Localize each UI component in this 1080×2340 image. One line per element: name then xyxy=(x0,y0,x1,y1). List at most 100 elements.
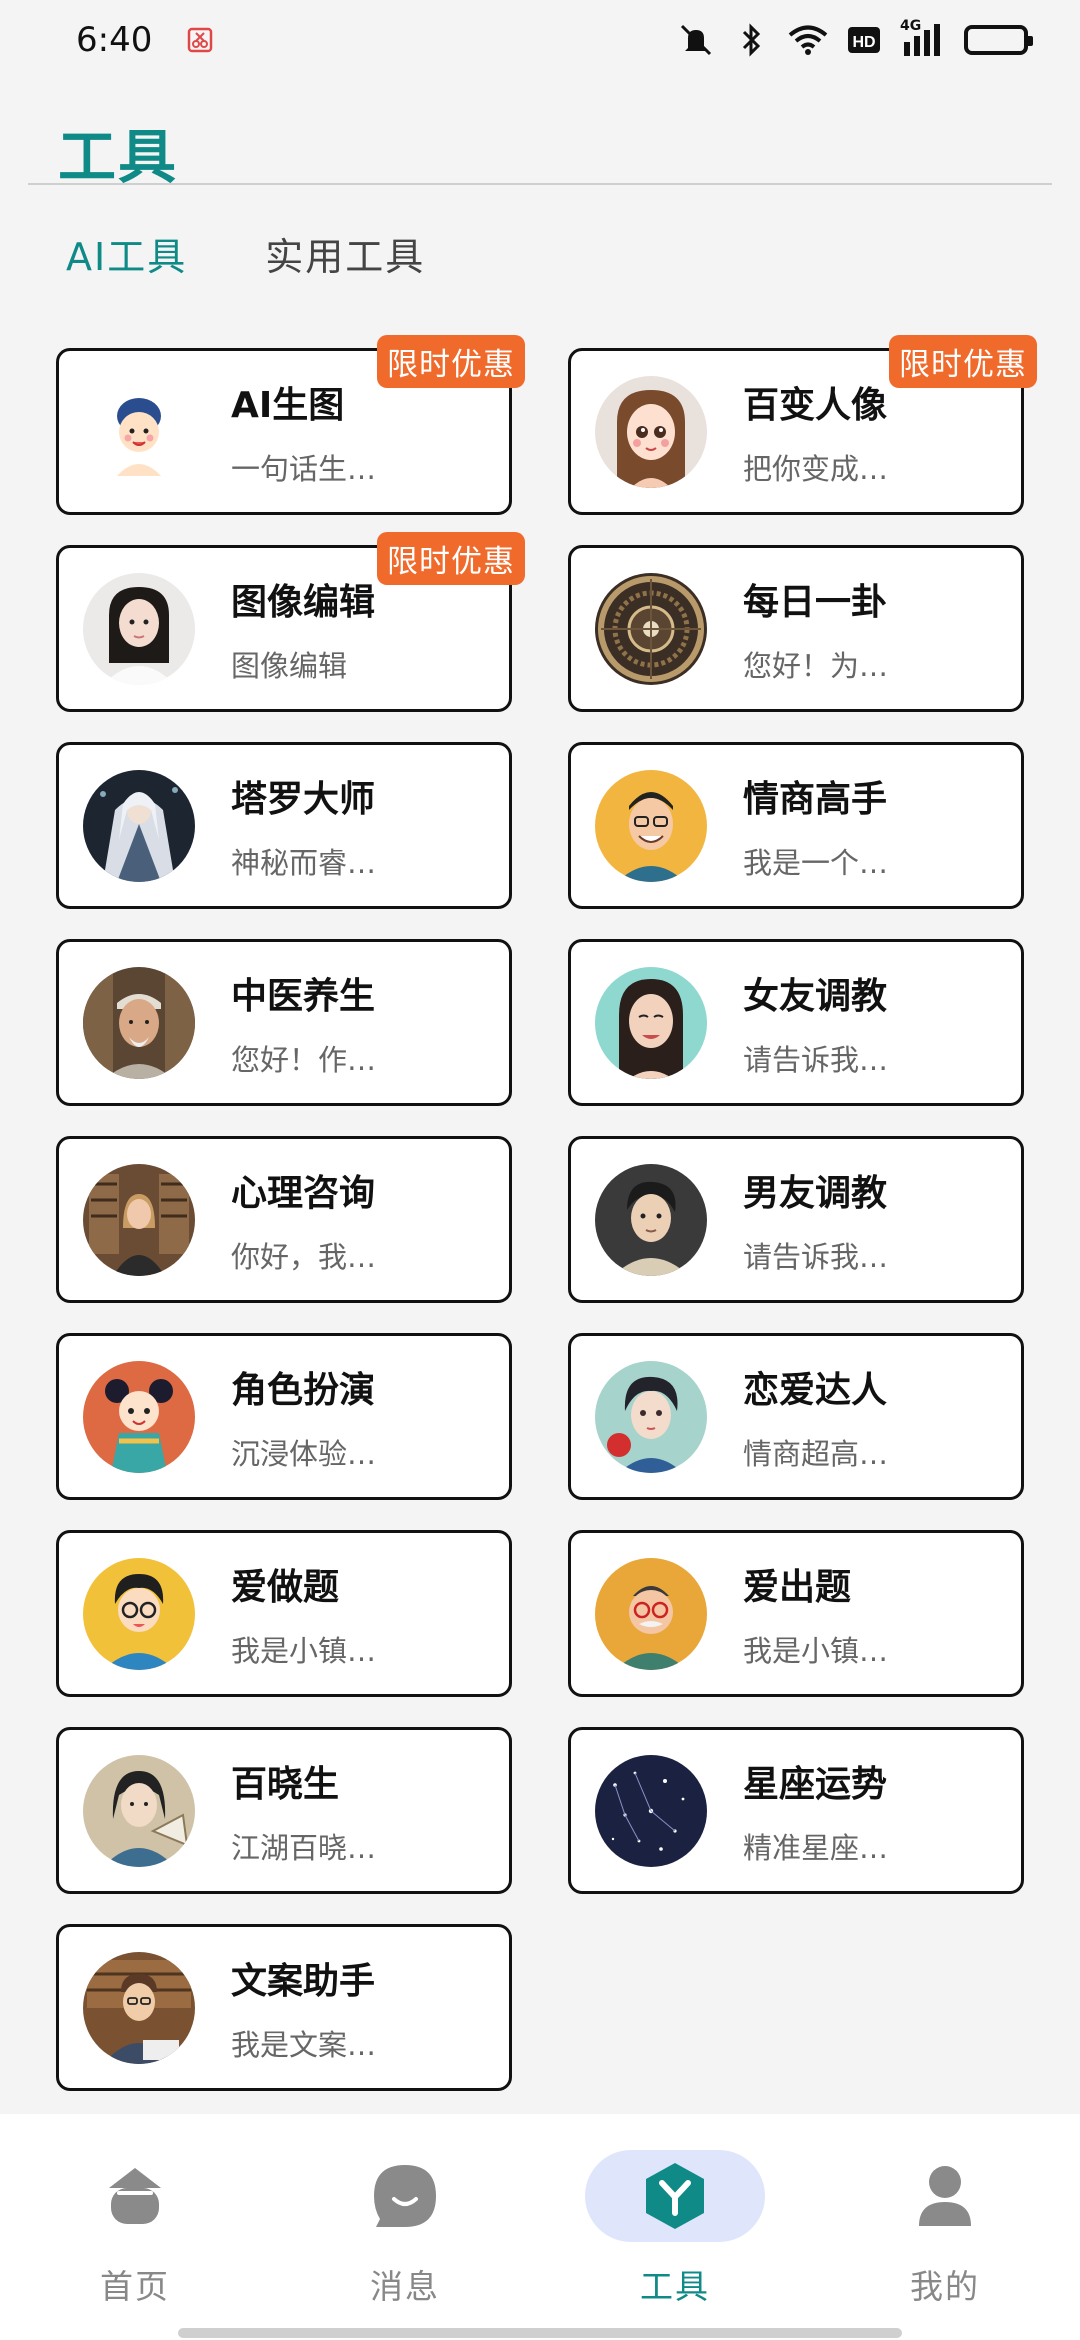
avatar xyxy=(595,1163,707,1276)
card-title: 每日一卦 xyxy=(743,581,888,623)
home-icon xyxy=(109,2168,161,2224)
tool-card-tcm-health[interactable]: 中医养生 您好！作… xyxy=(56,939,512,1106)
card-desc: 你好，我… xyxy=(231,1239,377,1274)
avatar xyxy=(83,1163,195,1276)
card-title: 中医养生 xyxy=(231,975,376,1017)
card-title: 爱出题 xyxy=(743,1566,852,1608)
wifi-icon xyxy=(788,22,828,58)
tool-card-counseling[interactable]: 心理咨询 你好，我… xyxy=(56,1136,512,1303)
avatar xyxy=(83,375,195,488)
nav-profile-label: 我的 xyxy=(910,2267,980,2306)
card-title: 恋爱达人 xyxy=(743,1369,888,1411)
tools-icon xyxy=(646,2163,704,2229)
promo-badge: 限时优惠 xyxy=(889,335,1037,388)
card-desc: 我是一个… xyxy=(743,845,889,880)
page-title: 工具 xyxy=(58,123,179,191)
tool-card-image-edit[interactable]: 图像编辑 图像编辑 限时优惠 xyxy=(56,532,525,712)
battery-icon xyxy=(964,25,1033,55)
bluetooth-icon xyxy=(732,22,772,58)
card-title: 心理咨询 xyxy=(231,1172,376,1214)
avatar xyxy=(83,1951,195,2064)
avatar xyxy=(595,572,707,685)
card-desc: 沉浸体验… xyxy=(231,1436,377,1471)
status-bar: 6:40 HD 4G xyxy=(0,0,1080,80)
card-desc: 请告诉我… xyxy=(743,1042,889,1077)
card-desc: 请告诉我… xyxy=(743,1239,889,1274)
card-title: 女友调教 xyxy=(743,975,888,1017)
tool-card-baixiaosheng[interactable]: 百晓生 江湖百晓… xyxy=(56,1727,512,1894)
tool-card-eq-master[interactable]: 情商高手 我是一个… xyxy=(568,742,1024,909)
tab-ai-tools[interactable]: AI工具 xyxy=(66,226,187,281)
card-desc: 您好！为… xyxy=(743,648,889,683)
nav-tools[interactable]: 工具 xyxy=(540,2114,810,2340)
tool-grid: AI生图 一句话生… 限时优惠 百变人像 把你变成… 限时优惠 图像编辑 图像编… xyxy=(56,335,1037,2091)
header-divider xyxy=(28,183,1052,185)
card-title: 情商高手 xyxy=(743,778,888,820)
tool-card-daily-divination[interactable]: 每日一卦 您好！为… xyxy=(568,545,1024,712)
nav-messages[interactable]: 消息 xyxy=(270,2114,540,2340)
tool-card-tarot[interactable]: 塔罗大师 神秘而睿… xyxy=(56,742,512,909)
tool-card-ai-image[interactable]: AI生图 一句话生… 限时优惠 xyxy=(56,335,525,515)
avatar xyxy=(595,966,707,1079)
avatar xyxy=(83,1557,195,1670)
card-title: 星座运势 xyxy=(743,1763,888,1805)
hd-icon: HD xyxy=(844,22,884,58)
card-title: 百晓生 xyxy=(231,1763,340,1805)
avatar xyxy=(83,1754,195,1867)
card-desc: 我是文案… xyxy=(231,2027,377,2062)
card-title: 塔罗大师 xyxy=(231,778,376,820)
nav-home-label: 首页 xyxy=(100,2267,170,2306)
message-icon xyxy=(374,2165,436,2227)
status-time: 6:40 xyxy=(76,20,153,60)
card-title: AI生图 xyxy=(231,384,345,426)
tool-card-horoscope[interactable]: 星座运势 精准星座… xyxy=(568,1727,1024,1894)
mute-icon xyxy=(676,22,716,58)
svg-text:HD: HD xyxy=(852,34,875,51)
tool-card-girlfriend[interactable]: 女友调教 请告诉我… xyxy=(568,939,1024,1106)
tool-card-love-expert[interactable]: 恋爱达人 情商超高… xyxy=(568,1333,1024,1500)
card-desc: 一句话生… xyxy=(231,451,377,486)
card-title: 角色扮演 xyxy=(231,1369,376,1411)
card-title: 百变人像 xyxy=(743,384,888,426)
nav-profile[interactable]: 我的 xyxy=(810,2114,1080,2340)
avatar xyxy=(595,769,707,882)
avatar xyxy=(595,375,707,488)
nav-home[interactable]: 首页 xyxy=(0,2114,270,2340)
tool-card-boyfriend[interactable]: 男友调教 请告诉我… xyxy=(568,1136,1024,1303)
card-desc: 图像编辑 xyxy=(231,648,348,683)
card-desc: 把你变成… xyxy=(743,451,889,486)
nav-tools-label: 工具 xyxy=(640,2267,710,2306)
card-desc: 我是小镇… xyxy=(743,1633,889,1668)
card-desc: 神秘而睿… xyxy=(231,845,377,880)
card-desc: 我是小镇… xyxy=(231,1633,377,1668)
avatar xyxy=(595,1557,707,1670)
avatar xyxy=(83,572,195,685)
avatar xyxy=(83,1360,195,1473)
bottom-nav: 首页 消息 工具 我的 xyxy=(0,2114,1080,2340)
card-desc: 江湖百晓… xyxy=(231,1830,377,1865)
avatar xyxy=(83,966,195,1079)
avatar xyxy=(595,1754,707,1867)
signal-icon: 4G xyxy=(900,18,948,58)
tool-card-quiz-solver[interactable]: 爱做题 我是小镇… xyxy=(56,1530,512,1697)
tool-card-portrait[interactable]: 百变人像 把你变成… 限时优惠 xyxy=(568,335,1037,515)
card-desc: 您好！作… xyxy=(231,1042,377,1077)
avatar xyxy=(83,769,195,882)
tab-bar: AI工具 实用工具 xyxy=(66,226,425,281)
avatar xyxy=(595,1360,707,1473)
promo-badge: 限时优惠 xyxy=(377,532,525,585)
screenshot-icon xyxy=(180,22,220,58)
tool-card-roleplay[interactable]: 角色扮演 沉浸体验… xyxy=(56,1333,512,1500)
tab-utility-tools[interactable]: 实用工具 xyxy=(265,226,425,281)
card-title: 文案助手 xyxy=(231,1960,376,2002)
card-title: 图像编辑 xyxy=(231,581,376,623)
card-title: 男友调教 xyxy=(743,1172,888,1214)
profile-icon xyxy=(919,2166,971,2226)
card-desc: 精准星座… xyxy=(743,1830,889,1865)
card-title: 爱做题 xyxy=(231,1566,340,1608)
promo-badge: 限时优惠 xyxy=(377,335,525,388)
tool-card-quiz-maker[interactable]: 爱出题 我是小镇… xyxy=(568,1530,1024,1697)
card-desc: 情商超高… xyxy=(743,1436,889,1471)
tool-card-copywriting[interactable]: 文案助手 我是文案… xyxy=(56,1924,512,2091)
home-indicator xyxy=(178,2328,902,2338)
